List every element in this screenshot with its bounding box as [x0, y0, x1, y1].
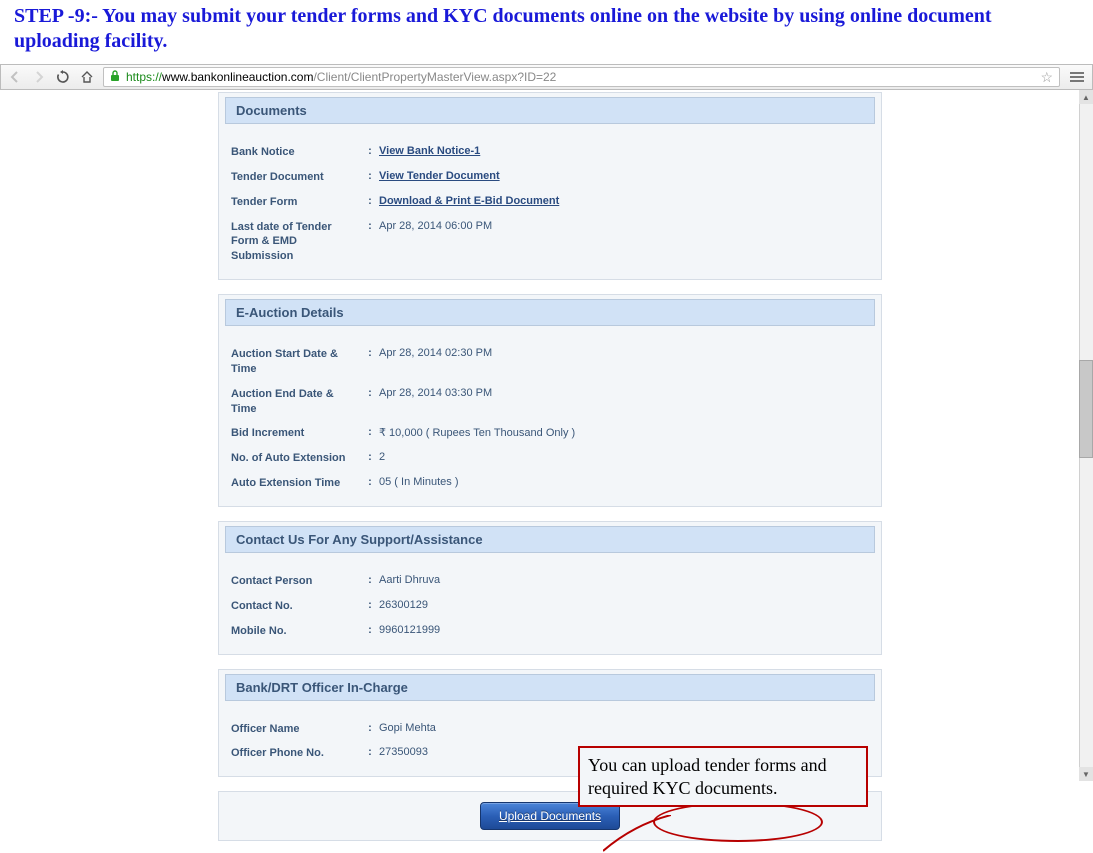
lock-icon [110, 70, 120, 85]
row-auction-start: Auction Start Date & Time : Apr 28, 2014… [225, 342, 875, 382]
label: Tender Form [231, 195, 361, 210]
annotation-ellipse [653, 802, 823, 842]
value: Apr 28, 2014 06:00 PM [379, 220, 875, 232]
row-mobile-no: Mobile No. : 9960121999 [225, 619, 875, 644]
label: Auction End Date & Time [231, 387, 361, 417]
address-bar[interactable]: https://www.bankonlineauction.com/Client… [103, 67, 1060, 87]
officer-card: Bank/DRT Officer In-Charge Officer Name … [218, 669, 882, 778]
row-tender-document: Tender Document : View Tender Document [225, 165, 875, 190]
value: 26300129 [379, 599, 875, 611]
contact-header: Contact Us For Any Support/Assistance [225, 526, 875, 553]
row-auto-extension-time: Auto Extension Time : 05 ( In Minutes ) [225, 471, 875, 496]
row-contact-person: Contact Person : Aarti Dhruva [225, 569, 875, 594]
row-officer-phone: Officer Phone No. : 27350093 [225, 741, 875, 766]
value: 05 ( In Minutes ) [379, 476, 875, 488]
main-content: Documents Bank Notice : View Bank Notice… [218, 90, 882, 841]
row-officer-name: Officer Name : Gopi Mehta [225, 717, 875, 742]
value: ₹ 10,000 ( Rupees Ten Thousand Only ) [379, 426, 875, 439]
contact-card: Contact Us For Any Support/Assistance Co… [218, 521, 882, 655]
value: 27350093 [379, 746, 875, 758]
eauction-card: E-Auction Details Auction Start Date & T… [218, 294, 882, 507]
documents-card: Documents Bank Notice : View Bank Notice… [218, 92, 882, 280]
label: Contact No. [231, 599, 361, 614]
label: Bank Notice [231, 145, 361, 160]
row-bank-notice: Bank Notice : View Bank Notice-1 [225, 140, 875, 165]
eauction-header: E-Auction Details [225, 299, 875, 326]
row-contact-no: Contact No. : 26300129 [225, 594, 875, 619]
officer-header: Bank/DRT Officer In-Charge [225, 674, 875, 701]
browser-toolbar: https://www.bankonlineauction.com/Client… [0, 64, 1093, 90]
forward-button[interactable] [31, 69, 47, 85]
scroll-down-arrow[interactable]: ▼ [1079, 767, 1093, 781]
label: Bid Increment [231, 426, 361, 441]
value: 9960121999 [379, 624, 875, 636]
row-auto-extension-count: No. of Auto Extension : 2 [225, 446, 875, 471]
upload-documents-button[interactable]: Upload Documents [480, 802, 620, 830]
url-text: https://www.bankonlineauction.com/Client… [126, 70, 556, 84]
page-viewport: ▲ ▼ Documents Bank Notice : View Bank No… [0, 90, 1093, 781]
reload-button[interactable] [55, 69, 71, 85]
hamburger-menu-button[interactable] [1068, 72, 1086, 82]
label: Officer Phone No. [231, 746, 361, 761]
row-last-date: Last date of Tender Form & EMD Submissio… [225, 215, 875, 270]
row-bid-increment: Bid Increment : ₹ 10,000 ( Rupees Ten Th… [225, 421, 875, 446]
label: Auto Extension Time [231, 476, 361, 491]
value: Gopi Mehta [379, 722, 875, 734]
home-button[interactable] [79, 69, 95, 85]
bookmark-star-icon[interactable]: ☆ [1040, 69, 1053, 86]
back-button[interactable] [7, 69, 23, 85]
label: Mobile No. [231, 624, 361, 639]
step-instruction: STEP -9:- You may submit your tender for… [0, 0, 1093, 64]
documents-header: Documents [225, 97, 875, 124]
label: Officer Name [231, 722, 361, 737]
value: Aarti Dhruva [379, 574, 875, 586]
row-auction-end: Auction End Date & Time : Apr 28, 2014 0… [225, 382, 875, 422]
view-tender-document-link[interactable]: View Tender Document [379, 170, 500, 182]
value: Apr 28, 2014 02:30 PM [379, 347, 875, 359]
label: Tender Document [231, 170, 361, 185]
label: No. of Auto Extension [231, 451, 361, 466]
label: Auction Start Date & Time [231, 347, 361, 377]
scrollbar-thumb[interactable] [1079, 360, 1093, 458]
scroll-up-arrow[interactable]: ▲ [1079, 90, 1093, 104]
label: Contact Person [231, 574, 361, 589]
label: Last date of Tender Form & EMD Submissio… [231, 220, 361, 265]
value: 2 [379, 451, 875, 463]
value: Apr 28, 2014 03:30 PM [379, 387, 875, 399]
view-bank-notice-link[interactable]: View Bank Notice-1 [379, 145, 480, 157]
action-bar: Upload Documents [218, 791, 882, 841]
row-tender-form: Tender Form : Download & Print E-Bid Doc… [225, 190, 875, 215]
download-ebid-link[interactable]: Download & Print E-Bid Document [379, 195, 559, 207]
